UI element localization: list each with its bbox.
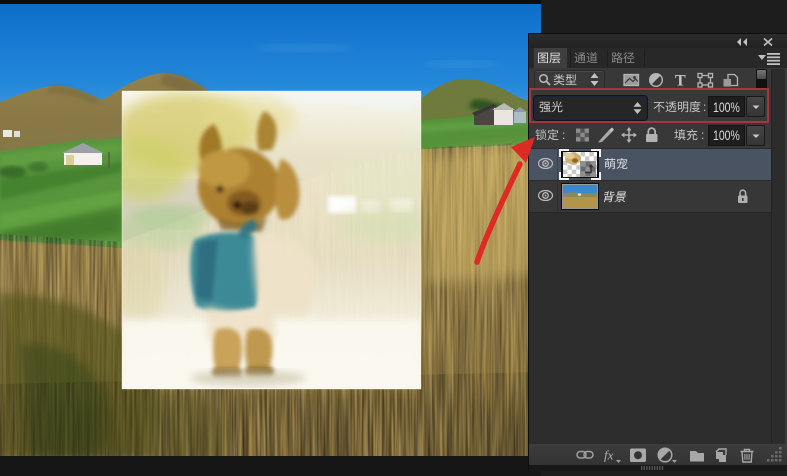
svg-text:T: T bbox=[675, 73, 686, 90]
svg-text:fx: fx bbox=[604, 448, 614, 463]
